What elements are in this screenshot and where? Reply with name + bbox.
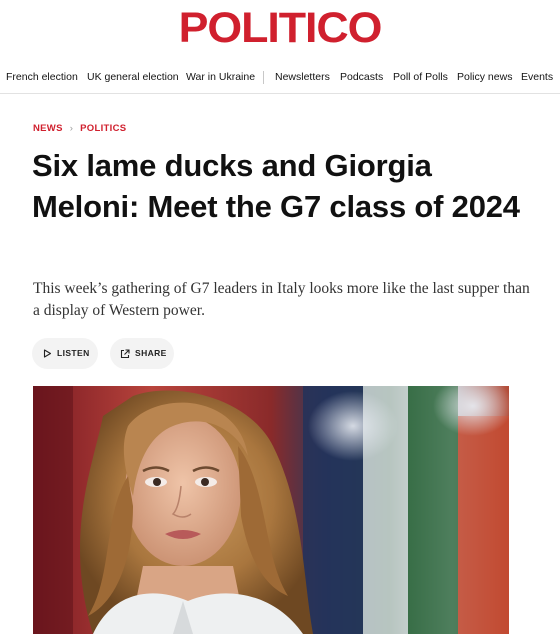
nav-item-poll-of-polls[interactable]: Poll of Polls: [393, 68, 448, 86]
politico-logo[interactable]: POLITICO: [0, 6, 560, 50]
nav-item-war-in-ukraine[interactable]: War in Ukraine: [186, 68, 255, 86]
play-icon: [43, 349, 52, 358]
share-icon: [120, 349, 130, 359]
share-label: SHARE: [135, 348, 167, 358]
breadcrumb-politics[interactable]: POLITICS: [80, 123, 126, 134]
nav-item-events[interactable]: Events: [521, 68, 553, 86]
breadcrumb: NEWS › POLITICS: [33, 123, 126, 135]
hero-photo: [33, 386, 509, 634]
nav-item-podcasts[interactable]: Podcasts: [340, 68, 383, 86]
hero-image: [33, 386, 509, 634]
share-button[interactable]: SHARE: [110, 338, 174, 369]
article-dek: This week’s gathering of G7 leaders in I…: [33, 280, 530, 319]
nav-divider-line: [0, 93, 560, 94]
listen-button[interactable]: LISTEN: [32, 338, 98, 369]
top-navigation: French election UK general election War …: [0, 68, 560, 86]
article-headline: Six lame ducks and Giorgia Meloni: Meet …: [32, 148, 520, 224]
nav-item-policy-news[interactable]: Policy news: [457, 68, 512, 86]
breadcrumb-news[interactable]: NEWS: [33, 123, 63, 134]
nav-item-french-election[interactable]: French election: [6, 68, 78, 86]
listen-label: LISTEN: [57, 348, 90, 358]
nav-divider: [263, 71, 264, 84]
breadcrumb-chevron-icon: ›: [69, 123, 74, 134]
nav-item-newsletters[interactable]: Newsletters: [275, 68, 330, 86]
nav-item-uk-general-election[interactable]: UK general election: [87, 68, 179, 86]
